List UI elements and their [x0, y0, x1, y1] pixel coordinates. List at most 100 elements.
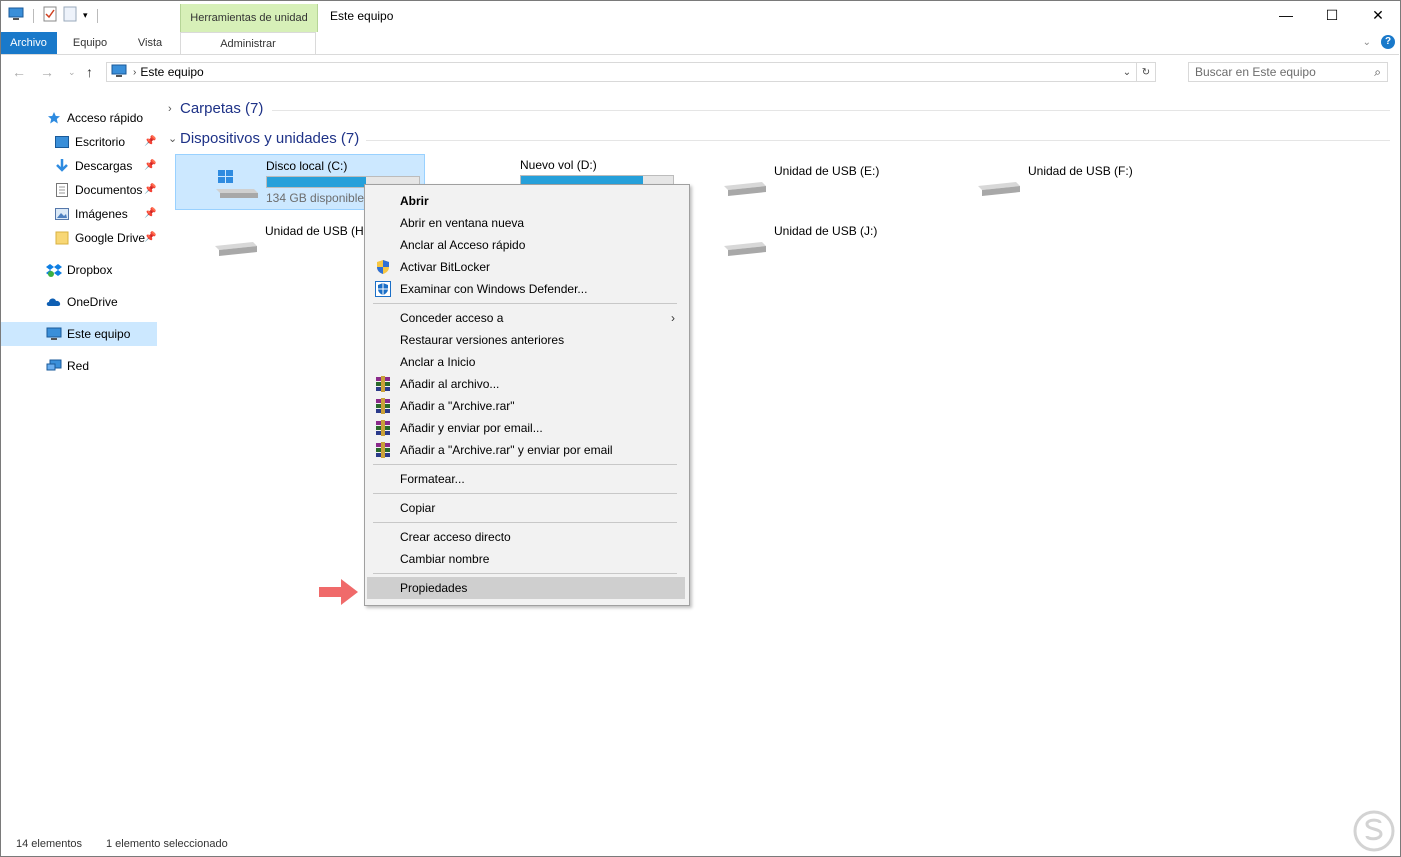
menu-item-anadir-archivo[interactable]: Añadir al archivo...: [367, 373, 685, 395]
menu-item-anclar-acceso-rapido[interactable]: Anclar al Acceso rápido: [367, 234, 685, 256]
back-arrow-icon[interactable]: ←: [12, 64, 26, 80]
menu-item-label: Añadir a "Archive.rar" y enviar por emai…: [400, 443, 613, 457]
menu-item-anadir-archive-rar[interactable]: Añadir a "Archive.rar": [367, 395, 685, 417]
menu-item-propiedades[interactable]: Propiedades: [367, 577, 685, 599]
sidebar-item-escritorio[interactable]: Escritorio: [54, 131, 125, 153]
quick-access-toolbar: ▾: [8, 6, 101, 25]
menu-item-label: Restaurar versiones anteriores: [400, 333, 565, 347]
menu-item-anclar-inicio[interactable]: Anclar a Inicio: [367, 351, 685, 373]
menu-separator: [373, 522, 677, 523]
menu-item-windows-defender[interactable]: Examinar con Windows Defender...: [367, 278, 685, 300]
sidebar-item-descargas[interactable]: Descargas: [54, 155, 132, 177]
contextual-tab-header: Herramientas de unidad: [180, 4, 318, 32]
menu-item-formatear[interactable]: Formatear...: [367, 468, 685, 490]
customize-toolbar-icon[interactable]: ▾: [83, 10, 88, 21]
menu-separator: [373, 493, 677, 494]
expand-ribbon-icon[interactable]: ⌄: [1363, 37, 1371, 48]
breadcrumb[interactable]: Este equipo: [140, 65, 203, 79]
search-input[interactable]: Buscar en Este equipo ⌕: [1188, 62, 1388, 82]
sidebar-item-este-equipo[interactable]: Este equipo: [0, 322, 157, 346]
winrar-icon: [375, 442, 391, 458]
sidebar-item-label: Red: [67, 359, 90, 373]
refresh-icon[interactable]: ↻: [1136, 63, 1155, 81]
close-button[interactable]: ✕: [1355, 0, 1401, 30]
tab-archivo[interactable]: Archivo: [0, 32, 57, 54]
menu-item-abrir[interactable]: Abrir: [367, 190, 685, 212]
forward-arrow-icon[interactable]: →: [40, 64, 54, 80]
sidebar-item-label: Documentos: [75, 183, 143, 197]
drive-free-space: 134 GB disponibles: [266, 191, 371, 205]
drive-name: Unidad de USB (H:): [265, 224, 372, 238]
menu-item-anadir-rar-enviar-email[interactable]: Añadir a "Archive.rar" y enviar por emai…: [367, 439, 685, 461]
menu-separator: [373, 573, 677, 574]
menu-item-label: Activar BitLocker: [400, 260, 491, 274]
group-header-dispositivos[interactable]: ⌄ Dispositivos y unidades (7): [168, 130, 359, 147]
drive-j[interactable]: Unidad de USB (J:): [684, 220, 934, 276]
chevron-down-icon: ⌄: [168, 133, 178, 145]
menu-item-cambiar-nombre[interactable]: Cambiar nombre: [367, 548, 685, 570]
sidebar-item-documentos[interactable]: Documentos: [54, 179, 142, 201]
menu-item-label: Conceder acceso a: [400, 311, 504, 325]
navigation-bar: ← → ⌄ ↑ › Este equipo ⌄ ↻ Buscar en Este…: [0, 60, 1399, 86]
winrar-icon: [375, 398, 391, 414]
pin-icon[interactable]: 📌: [144, 232, 156, 243]
group-header-carpetas[interactable]: › Carpetas (7): [168, 100, 263, 117]
menu-item-label: Anclar a Inicio: [400, 355, 476, 369]
download-icon: [54, 158, 70, 174]
menu-item-label: Examinar con Windows Defender...: [400, 282, 588, 296]
address-bar[interactable]: › Este equipo ⌄ ↻: [106, 62, 1156, 82]
sidebar-item-google-drive[interactable]: Google Drive: [54, 227, 145, 249]
sidebar-item-onedrive[interactable]: OneDrive: [46, 291, 118, 313]
tab-equipo[interactable]: Equipo: [62, 32, 118, 54]
maximize-button[interactable]: ☐: [1309, 0, 1355, 30]
menu-item-copiar[interactable]: Copiar: [367, 497, 685, 519]
sidebar-item-red[interactable]: Red: [46, 355, 89, 377]
menu-item-label: Cambiar nombre: [400, 552, 490, 566]
search-icon[interactable]: ⌕: [1374, 65, 1381, 80]
sidebar-item-label: Acceso rápido: [67, 111, 144, 125]
search-placeholder: Buscar en Este equipo: [1195, 65, 1316, 79]
pin-icon[interactable]: 📌: [144, 184, 156, 195]
tab-administrar[interactable]: Administrar: [180, 32, 316, 54]
pin-icon[interactable]: 📌: [144, 208, 156, 219]
menu-item-abrir-ventana-nueva[interactable]: Abrir en ventana nueva: [367, 212, 685, 234]
menu-item-activar-bitlocker[interactable]: Activar BitLocker: [367, 256, 685, 278]
menu-item-crear-acceso-directo[interactable]: Crear acceso directo: [367, 526, 685, 548]
status-item-count: 14 elementos: [16, 838, 83, 850]
drive-name: Unidad de USB (E:): [774, 164, 880, 178]
recent-locations-icon[interactable]: ⌄: [68, 67, 76, 78]
breadcrumb-chevron-icon[interactable]: ›: [133, 67, 136, 78]
pin-icon[interactable]: 📌: [144, 136, 156, 147]
sidebar-item-label: Google Drive: [75, 231, 146, 245]
group-divider: [272, 110, 1390, 111]
menu-item-conceder-acceso[interactable]: Conceder acceso a ›: [367, 307, 685, 329]
help-icon[interactable]: ?: [1381, 35, 1395, 49]
drive-e[interactable]: Unidad de USB (E:): [684, 160, 934, 216]
sidebar-item-label: Descargas: [75, 159, 133, 173]
window-title: Este equipo: [330, 9, 394, 23]
star-icon: [46, 110, 62, 126]
sidebar-item-label: Imágenes: [75, 207, 128, 221]
sidebar-item-acceso-rapido[interactable]: Acceso rápido: [46, 107, 143, 129]
new-folder-icon[interactable]: [63, 6, 77, 25]
computer-icon: [111, 64, 127, 81]
sidebar-item-dropbox[interactable]: Dropbox: [46, 259, 112, 281]
pin-icon[interactable]: 📌: [144, 160, 156, 171]
menu-item-label: Abrir: [400, 194, 429, 208]
computer-icon[interactable]: [8, 7, 24, 24]
minimize-button[interactable]: —: [1263, 0, 1309, 30]
drive-f[interactable]: Unidad de USB (F:): [938, 160, 1188, 216]
drive-name: Unidad de USB (J:): [774, 224, 878, 238]
address-dropdown-icon[interactable]: ⌄: [1118, 63, 1136, 81]
up-arrow-icon[interactable]: ↑: [86, 64, 93, 80]
properties-icon[interactable]: [43, 6, 57, 25]
sidebar-item-label: Escritorio: [75, 135, 126, 149]
tab-vista[interactable]: Vista: [122, 32, 178, 54]
usb-drive-icon: [976, 180, 1020, 203]
chevron-right-icon: ›: [671, 311, 675, 325]
menu-item-anadir-enviar-email[interactable]: Añadir y enviar por email...: [367, 417, 685, 439]
menu-item-label: Propiedades: [400, 581, 468, 595]
sidebar-item-imagenes[interactable]: Imágenes: [54, 203, 128, 225]
menu-item-restaurar-versiones[interactable]: Restaurar versiones anteriores: [367, 329, 685, 351]
context-menu: Abrir Abrir en ventana nueva Anclar al A…: [364, 184, 690, 606]
